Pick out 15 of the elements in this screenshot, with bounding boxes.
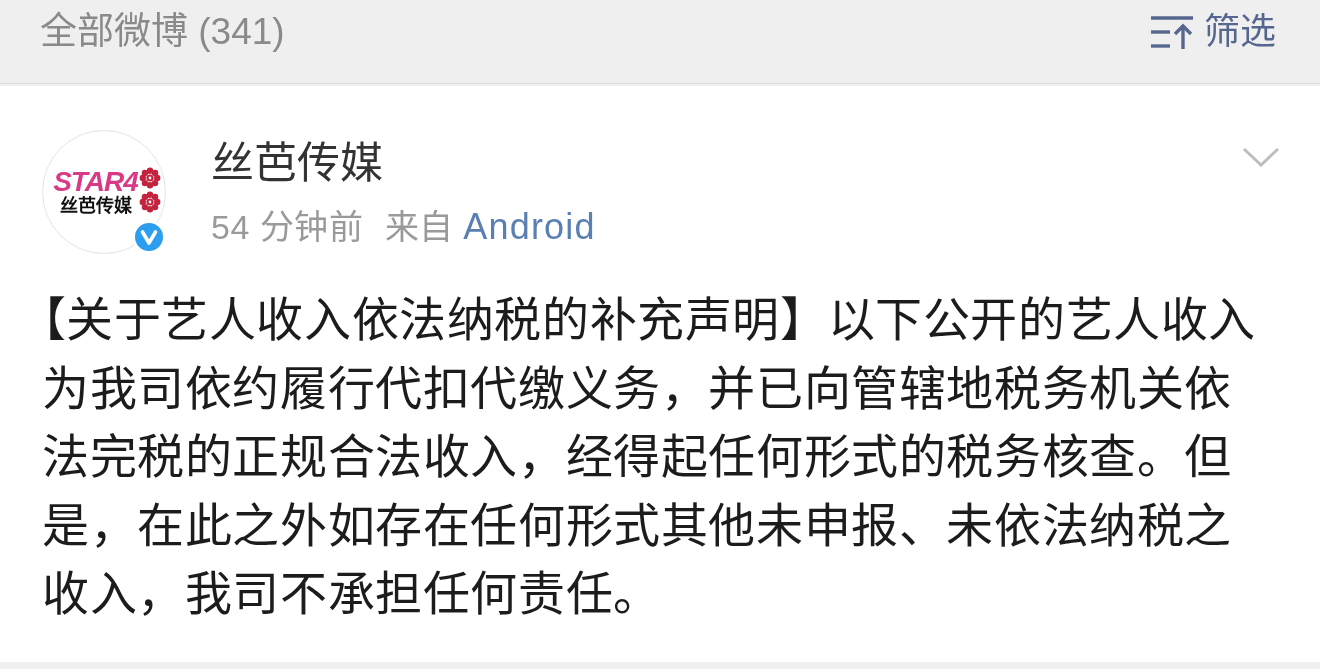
page-title: 全部微博 (341): [40, 10, 285, 54]
flower-icon: [138, 167, 161, 189]
source-link[interactable]: Android: [463, 205, 596, 249]
sort-filter-icon: [1150, 15, 1194, 49]
source-prefix: 来自: [385, 207, 454, 248]
filter-button[interactable]: 筛选: [1150, 8, 1276, 56]
post-text: 【关于艺人收入依法纳税的补充声明】以下公开的艺人收入为我司依约履行代扣代缴义务，并已向管辖地税务机关依法完税的正规合法收入，经得起任何形式的税务核查。但是，在此之外如存在任何形式其他未申报、未依法纳税之收入，我司不承担任何责任。: [42, 292, 1258, 622]
more-menu-button[interactable]: [1242, 146, 1280, 168]
author-name[interactable]: 丝芭传媒: [211, 135, 596, 191]
chevron-down-icon: [1242, 146, 1280, 168]
flower-icon: [138, 191, 161, 213]
post-time: 54 分钟前: [211, 207, 364, 248]
logo-wordmark: STAR4: [53, 168, 138, 196]
logo-caption: 丝芭传媒: [59, 196, 132, 216]
avatar[interactable]: STAR4 丝芭传媒: [42, 130, 166, 254]
